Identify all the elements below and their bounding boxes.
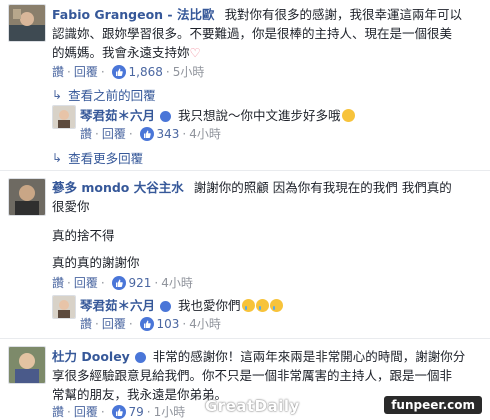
thumbs-up-icon — [111, 65, 126, 79]
comment-text: 我對你有很多的感謝，我很幸運這兩年可以 — [224, 7, 462, 22]
avatar-fabio[interactable] — [8, 4, 46, 42]
comment-author[interactable]: 杜力 Dooley — [52, 349, 130, 364]
like-button[interactable]: 讚 — [52, 405, 64, 419]
reply-button[interactable]: 回覆 — [102, 317, 126, 331]
divider — [0, 170, 490, 171]
comment-author[interactable]: 蔘多 mondo 大谷主水 — [52, 180, 184, 195]
comment-text-line: 的媽媽。我會永遠支持妳♡ — [52, 43, 201, 62]
heart-emoji-icon: ♡ — [189, 45, 201, 60]
comment-time[interactable]: 1小時 — [154, 405, 186, 419]
thumbs-up-icon — [139, 127, 154, 141]
reply-button[interactable]: 回覆 — [74, 405, 98, 419]
reply-actions: 讚 · 回覆 · 103 · 4小時 — [80, 316, 221, 332]
like-count[interactable]: 103 — [139, 316, 179, 332]
avatar-qinjunru[interactable] — [52, 105, 76, 129]
thumbs-up-icon — [139, 317, 154, 331]
like-count[interactable]: 79 — [111, 404, 144, 420]
avatar-mondo[interactable] — [8, 178, 46, 216]
like-button[interactable]: 讚 — [52, 276, 64, 290]
comment-time[interactable]: 5小時 — [173, 65, 205, 79]
comment-text: 非常的感謝你！這兩年來兩是非常開心的時間，謝謝你分 — [152, 349, 466, 364]
comment-text-line: 真的捨不得 — [52, 228, 115, 243]
comment-actions: 讚 · 回覆 · 79 · 1小時 — [52, 404, 186, 420]
reply-text-line: 琴君茹＊六月 我也愛你們 — [80, 296, 283, 315]
crying-face-icon — [269, 299, 283, 312]
reply-author[interactable]: 琴君茹＊六月 — [80, 108, 155, 123]
comment-text-line: 蔘多 mondo 大谷主水 謝謝你的照顧 因為你有我現在的我們 我們真的 — [52, 178, 452, 197]
like-button[interactable]: 讚 — [80, 127, 92, 141]
funpeer-badge: funpeer.com — [384, 396, 482, 414]
like-count[interactable]: 1,868 — [111, 64, 163, 80]
comment-text-line: 認識妳、跟妳學習很多。不要難過，你是很棒的主持人、現在是一個很美 — [52, 26, 453, 41]
relieved-face-icon — [341, 109, 355, 122]
crying-face-icon — [255, 299, 269, 312]
comment-time[interactable]: 4小時 — [161, 276, 193, 290]
reply-button[interactable]: 回覆 — [74, 276, 98, 290]
avatar-dooley[interactable] — [8, 346, 46, 384]
reply-actions: 讚 · 回覆 · 343 · 4小時 — [80, 126, 221, 142]
verified-badge-icon — [160, 111, 171, 122]
comment-text-line: 杜力 Dooley 非常的感謝你！這兩年來兩是非常開心的時間，謝謝你分 — [52, 347, 465, 366]
reply-author[interactable]: 琴君茹＊六月 — [80, 298, 155, 313]
comment-text-line: Fabio Grangeon - 法比歐 我對你有很多的感謝，我很幸運這兩年可以 — [52, 5, 462, 24]
reply-arrow-icon: ↳ — [52, 87, 63, 102]
like-count[interactable]: 343 — [139, 126, 179, 142]
thumbs-up-icon — [111, 405, 126, 419]
comment-actions: 讚 · 回覆 · 921 · 4小時 — [52, 275, 193, 291]
comment-text: 謝謝你的照顧 因為你有我現在的我們 我們真的 — [193, 180, 452, 195]
like-button[interactable]: 讚 — [80, 317, 92, 331]
comment-text-line: 真的真的謝謝你 — [52, 255, 140, 270]
divider — [0, 338, 490, 339]
reply-text-line: 琴君茹＊六月 我只想說～你中文進步好多哦 — [80, 106, 355, 125]
verified-badge-icon — [134, 352, 146, 363]
reply-text: 我只想說～你中文進步好多哦 — [177, 108, 341, 123]
crying-face-icon — [241, 299, 255, 312]
reply-time[interactable]: 4小時 — [189, 317, 221, 331]
comment-text: 的媽媽。我會永遠支持妳 — [52, 45, 190, 60]
like-button[interactable]: 讚 — [52, 65, 64, 79]
comment-text-line: 常幫的朋友，我永遠是你弟弟。 — [52, 387, 228, 402]
reply-arrow-icon: ↳ — [52, 150, 63, 165]
view-previous-replies[interactable]: ↳ 查看之前的回覆 — [52, 85, 156, 104]
comment-actions: 讚 · 回覆 · 1,868 · 5小時 — [52, 64, 205, 80]
reply-text: 我也愛你們 — [177, 298, 241, 313]
thumbs-up-icon — [111, 276, 126, 290]
comment-author[interactable]: Fabio Grangeon - 法比歐 — [52, 7, 214, 22]
greatdaily-watermark: GreatDaily — [205, 397, 300, 415]
view-more-replies[interactable]: ↳ 查看更多回覆 — [52, 148, 143, 167]
avatar-qinjunru[interactable] — [52, 295, 76, 319]
reply-time[interactable]: 4小時 — [189, 127, 221, 141]
reply-button[interactable]: 回覆 — [74, 65, 98, 79]
reply-button[interactable]: 回覆 — [102, 127, 126, 141]
comment-text-line: 享很多經驗跟意見給我們。你不只是一個非常厲害的主持人，跟是一個非 — [52, 368, 453, 383]
like-count[interactable]: 921 — [111, 275, 151, 291]
comment-text-line: 很愛你 — [52, 199, 90, 214]
verified-badge-icon — [160, 301, 171, 312]
